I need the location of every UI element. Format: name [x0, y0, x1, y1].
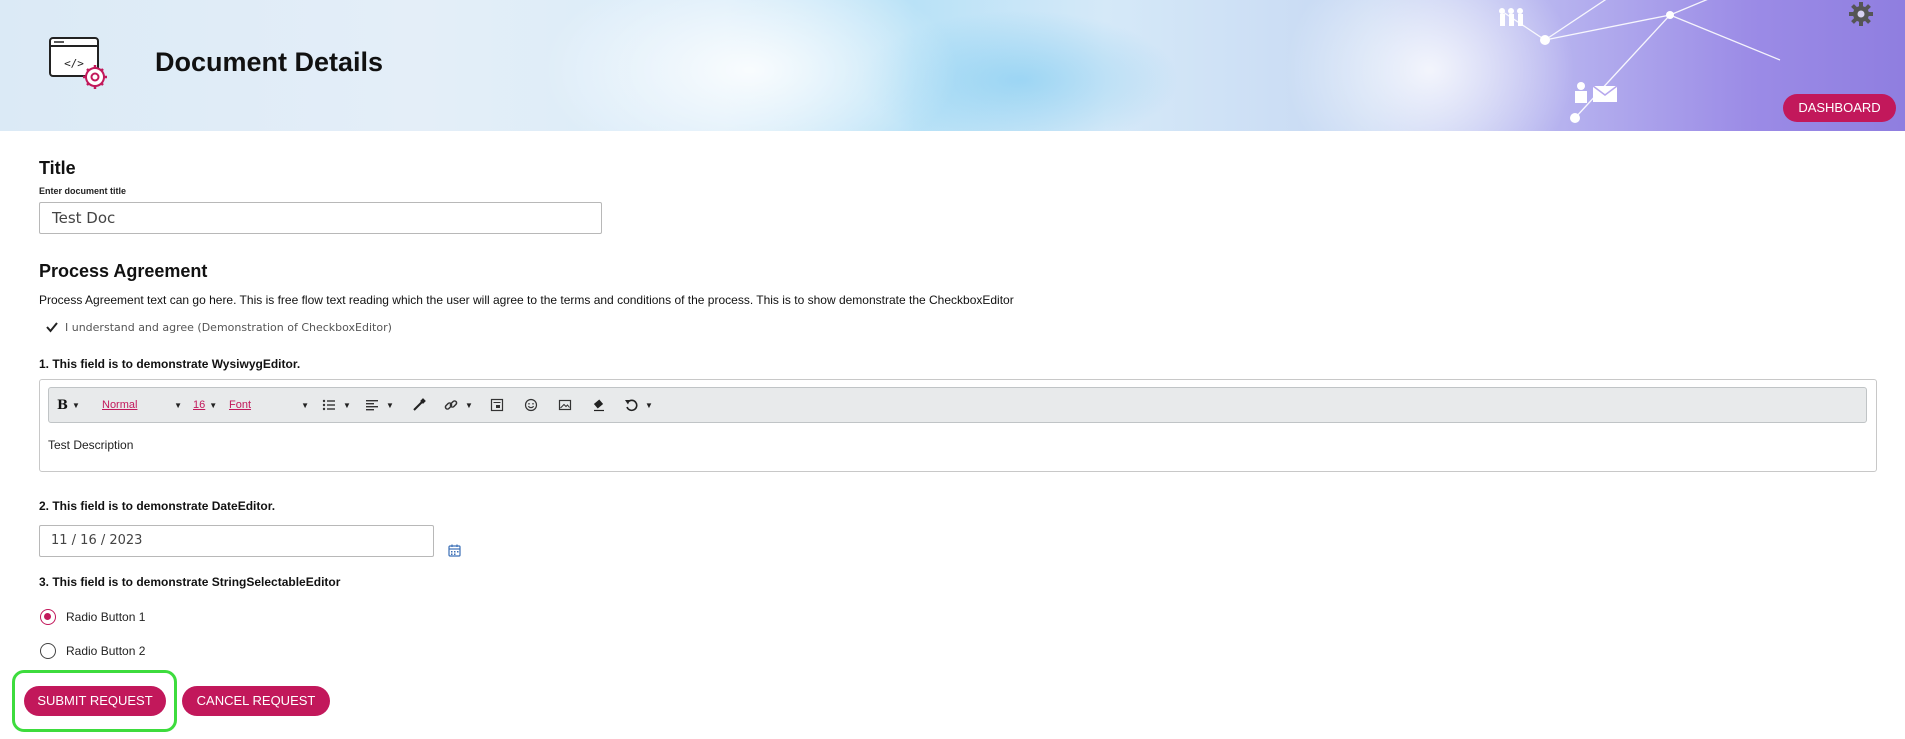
date-field-label: 2. This field is to demonstrate DateEdit…: [39, 499, 276, 513]
checkmark-icon: [46, 322, 58, 333]
undo-dropdown[interactable]: ▼: [621, 394, 653, 416]
agreement-checkbox[interactable]: I understand and agree (Demonstration of…: [45, 318, 392, 336]
radio-option-2[interactable]: Radio Button 2: [40, 642, 145, 660]
wysiwyg-editor[interactable]: B ▼ Normal ▼ 16 ▼ Font ▼ ▼ ▼ ▼ ▼ Test De…: [39, 379, 1877, 472]
font-family-value: Font: [229, 399, 252, 411]
eraser-button[interactable]: [589, 394, 609, 416]
paragraph-format-value: Normal: [102, 399, 138, 411]
chevron-down-icon: ▼: [465, 400, 473, 410]
radio-option-1-label: Radio Button 1: [66, 610, 146, 624]
list-dropdown[interactable]: ▼: [319, 394, 351, 416]
bold-icon: B: [57, 397, 68, 413]
network-decoration: [1499, 0, 1781, 123]
submit-request-button[interactable]: SUBMIT REQUEST: [24, 686, 166, 716]
bold-dropdown[interactable]: B ▼: [57, 394, 80, 416]
radio-option-1[interactable]: Radio Button 1: [40, 608, 145, 626]
link-dropdown[interactable]: ▼: [441, 394, 473, 416]
banner-decoration: [540, 0, 960, 131]
eraser-icon: [589, 395, 609, 415]
font-family-select[interactable]: Font ▼: [229, 394, 309, 416]
title-field-label: Enter document title: [39, 186, 127, 196]
font-size-value: 16: [193, 399, 206, 411]
chevron-down-icon: ▼: [386, 400, 394, 410]
list-icon: [319, 395, 339, 415]
font-size-select[interactable]: 16 ▼: [193, 394, 217, 416]
date-input[interactable]: 11 / 16 / 2023: [39, 525, 434, 557]
embed-button[interactable]: [487, 394, 507, 416]
image-icon: [555, 395, 575, 415]
dashboard-button[interactable]: DASHBOARD: [1783, 94, 1896, 122]
agreement-checkbox-label: I understand and agree (Demonstration of…: [65, 320, 392, 334]
align-dropdown[interactable]: ▼: [362, 394, 394, 416]
link-icon: [441, 395, 461, 415]
color-picker-button[interactable]: [409, 394, 429, 416]
color-picker-icon: [409, 395, 429, 415]
editor-content[interactable]: Test Description: [48, 438, 133, 452]
selectable-field-label: 3. This field is to demonstrate StringSe…: [39, 575, 341, 589]
svg-text:</>: </>: [64, 57, 84, 70]
wysiwyg-field-label: 1. This field is to demonstrate WysiwygE…: [39, 357, 301, 371]
cancel-request-button[interactable]: CANCEL REQUEST: [182, 686, 330, 716]
title-heading: Title: [39, 158, 76, 178]
chevron-down-icon: ▼: [174, 400, 182, 410]
chevron-down-icon: ▼: [645, 400, 653, 410]
emoji-icon: [521, 395, 541, 415]
chevron-down-icon: ▼: [209, 400, 218, 410]
embed-icon: [487, 395, 507, 415]
image-button[interactable]: [555, 394, 575, 416]
radio-button-unselected[interactable]: [40, 643, 56, 659]
calendar-icon[interactable]: [448, 544, 461, 557]
header-banner: </> Document Details DASHBOARD: [0, 0, 1905, 131]
editor-toolbar: B ▼ Normal ▼ 16 ▼ Font ▼ ▼ ▼ ▼ ▼: [48, 387, 1867, 423]
radio-button-selected[interactable]: [40, 609, 56, 625]
page-title: Document Details: [155, 47, 384, 77]
undo-icon: [621, 395, 641, 415]
chevron-down-icon: ▼: [343, 400, 351, 410]
gear-icon[interactable]: [1848, 1, 1874, 27]
chevron-down-icon: ▼: [301, 400, 309, 410]
paragraph-format-select[interactable]: Normal ▼: [102, 394, 182, 416]
align-icon: [362, 395, 382, 415]
agreement-text: Process Agreement text can go here. This…: [39, 293, 1014, 307]
emoji-button[interactable]: [521, 394, 541, 416]
title-input[interactable]: Test Doc: [39, 202, 602, 234]
process-agreement-heading: Process Agreement: [39, 261, 208, 281]
code-window-gear-icon: </>: [49, 37, 107, 89]
radio-option-2-label: Radio Button 2: [66, 644, 146, 658]
chevron-down-icon: ▼: [72, 400, 80, 410]
